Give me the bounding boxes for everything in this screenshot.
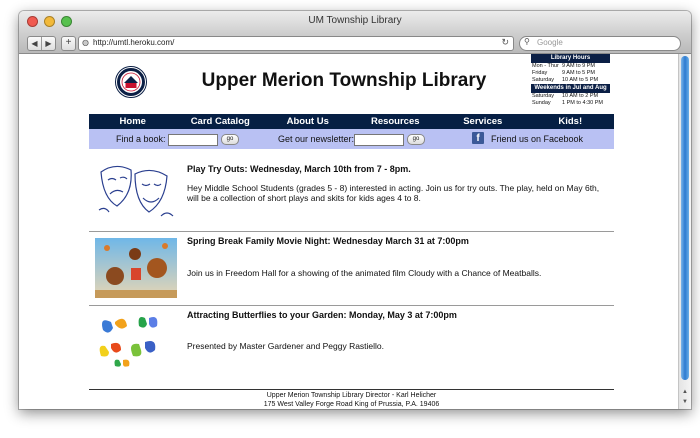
forward-button[interactable]: ▶ <box>41 37 55 50</box>
page-content: Upper Merion Township Library Library Ho… <box>19 54 679 409</box>
news-article: Spring Break Family Movie Night: Wednesd… <box>89 232 614 304</box>
newsletter-input[interactable] <box>354 134 404 146</box>
footer-address: 175 West Valley Forge Road King of Pruss… <box>263 401 440 408</box>
hours-time: 10 AM to 5 PM <box>562 77 599 83</box>
new-tab-button[interactable]: + <box>61 36 76 51</box>
hours-time: 9 AM to 9 PM <box>562 63 596 69</box>
nav-buttons: ◀ ▶ <box>27 36 56 51</box>
scroll-down-arrow[interactable]: ▼ <box>679 398 691 407</box>
find-book-label: Find a book: <box>116 134 166 144</box>
article-body: Hey Middle School Students (grades 5 - 8… <box>187 183 600 203</box>
facebook-link[interactable]: Friend us on Facebook <box>491 134 583 144</box>
butterflies-icon <box>99 317 158 367</box>
title-bar: UM Township Library <box>19 11 691 33</box>
facebook-icon[interactable]: f <box>472 132 484 144</box>
find-book-go-button[interactable]: go <box>221 134 239 145</box>
browser-window: UM Township Library ◀ ▶ + ◍ http://umtl.… <box>19 11 691 409</box>
summer-hours-heading: Weekends in Jul and Aug <box>531 84 610 93</box>
scrollbar-thumb[interactable] <box>681 56 689 380</box>
hours-time: 10 AM to 2 PM <box>562 93 599 99</box>
hours-row: Mon - Thur 9 AM to 9 PM <box>531 63 610 70</box>
menu-item-card-catalog[interactable]: Card Catalog <box>177 114 265 129</box>
hours-day: Sunday <box>532 100 551 106</box>
hours-row: Friday 9 AM to 5 PM <box>531 70 610 77</box>
hours-row: Sunday 1 PM to 4:30 PM <box>531 100 610 107</box>
hours-day: Friday <box>532 70 548 76</box>
article-title: Spring Break Family Movie Night: Wednesd… <box>187 236 469 246</box>
hours-row: Saturday 10 AM to 2 PM <box>531 93 610 100</box>
browser-toolbar: ◀ ▶ + ◍ http://umtl.heroku.com/ ↻ ⚲ Goog… <box>19 33 691 54</box>
township-seal-icon <box>115 66 147 98</box>
url-text[interactable]: http://umtl.heroku.com/ <box>93 38 174 47</box>
footer: Upper Merion Township Library Director -… <box>89 391 614 409</box>
article-title: Play Try Outs: Wednesday, March 10th fro… <box>187 164 411 174</box>
find-book-input[interactable] <box>168 134 218 146</box>
menu-item-home[interactable]: Home <box>89 114 177 129</box>
globe-icon: ◍ <box>82 38 89 47</box>
main-menu: Home Card Catalog About Us Resources Ser… <box>89 114 614 129</box>
search-placeholder: Google <box>537 38 563 47</box>
address-bar[interactable]: ◍ http://umtl.heroku.com/ ↻ <box>78 36 514 51</box>
tools-bar: Find a book: go Get our newsletter: go f… <box>89 129 614 149</box>
footer-director: Upper Merion Township Library Director -… <box>266 392 437 399</box>
news-article: Play Try Outs: Wednesday, March 10th fro… <box>89 158 614 230</box>
movie-poster-icon <box>95 238 177 298</box>
menu-item-resources[interactable]: Resources <box>352 114 440 129</box>
hours-day: Saturday <box>532 77 555 83</box>
hours-row: Saturday 10 AM to 5 PM <box>531 77 610 84</box>
menu-item-kids[interactable]: Kids! <box>527 114 615 129</box>
hours-heading: Library Hours <box>531 54 610 63</box>
article-body: Presented by Master Gardener and Peggy R… <box>187 341 385 351</box>
theater-masks-icon <box>98 165 174 217</box>
scroll-up-arrow[interactable]: ▲ <box>679 388 691 397</box>
article-body: Join us in Freedom Hall for a showing of… <box>187 268 542 278</box>
newsletter-go-button[interactable]: go <box>407 134 425 145</box>
window-title: UM Township Library <box>308 15 402 26</box>
menu-item-about-us[interactable]: About Us <box>264 114 352 129</box>
search-icon: ⚲ <box>524 37 530 46</box>
site-title: Upper Merion Township Library <box>201 70 487 91</box>
hours-day: Saturday <box>532 93 555 99</box>
vertical-scrollbar[interactable]: ▲ ▼ <box>678 54 691 409</box>
hours-time: 1 PM to 4:30 PM <box>562 100 603 106</box>
article-title: Attracting Butterflies to your Garden: M… <box>187 310 457 320</box>
footer-divider <box>89 389 614 390</box>
hours-time: 9 AM to 5 PM <box>562 70 596 76</box>
newsletter-label: Get our newsletter: <box>278 134 355 144</box>
news-article: Attracting Butterflies to your Garden: M… <box>89 306 614 378</box>
menu-item-services[interactable]: Services <box>439 114 527 129</box>
library-hours-box: Library Hours Mon - Thur 9 AM to 9 PM Fri… <box>531 54 610 107</box>
hours-day: Mon - Thur <box>532 63 559 69</box>
search-field[interactable]: ⚲ Google <box>519 36 681 51</box>
back-button[interactable]: ◀ <box>28 37 41 50</box>
reload-icon[interactable]: ↻ <box>501 37 509 48</box>
